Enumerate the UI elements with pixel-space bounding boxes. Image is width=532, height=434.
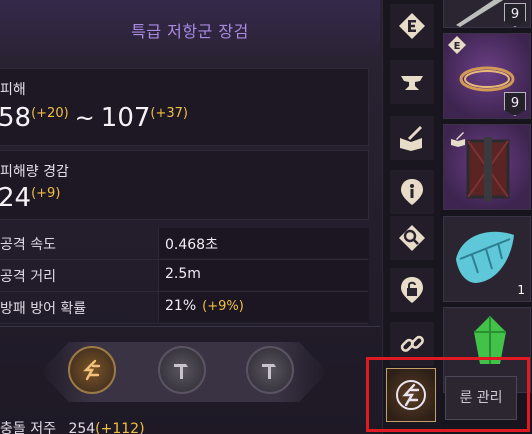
bottom-stat-value: 254 xyxy=(68,421,96,434)
info-icon xyxy=(401,179,423,205)
info-button[interactable] xyxy=(390,170,434,214)
inventory-slot-leaf[interactable]: 1 xyxy=(443,216,531,302)
equip-button[interactable] xyxy=(390,4,434,48)
stat-value: 0.468초 xyxy=(165,237,218,253)
svg-text:E: E xyxy=(454,41,461,52)
stat-bonus: (+9%) xyxy=(202,299,244,314)
stat-key: 방패 방어 확률 xyxy=(0,301,87,317)
bottom-stat-label: 충돌 저주 xyxy=(0,421,56,434)
damage-value: 58(+20) ~107(+37) xyxy=(0,103,188,133)
stat-row: 방패 방어 확률 21% (+9%) xyxy=(0,292,369,324)
book-sword-icon xyxy=(400,126,422,151)
lock-icon xyxy=(401,277,423,303)
damage-separator: ~ xyxy=(74,104,95,132)
rune-icon xyxy=(83,359,101,381)
inventory-slot-sword[interactable]: 9 xyxy=(443,0,531,28)
reduction-bonus: (+9) xyxy=(31,186,61,201)
reduction-stat-box: 피해량 경감 24(+9) xyxy=(0,150,369,220)
damage-label: 피해 xyxy=(0,82,26,98)
bottom-stat-bonus: (+112) xyxy=(95,421,145,434)
damage-max: 107 xyxy=(100,103,151,133)
stat-row: 공격 거리 2.5m xyxy=(0,260,369,292)
damage-min-bonus: (+20) xyxy=(31,106,69,121)
item-level-badge: 9 xyxy=(504,92,526,116)
stat-key: 공격 거리 xyxy=(0,269,56,285)
lock-button[interactable] xyxy=(390,268,434,312)
hammer-icon xyxy=(262,364,276,379)
shield-icon xyxy=(466,137,510,201)
equipped-marker-icon: E xyxy=(448,36,466,54)
item-quantity: 1 xyxy=(517,283,525,297)
rune-slot-active[interactable] xyxy=(68,346,116,394)
bottom-stat-line: 충돌 저주 254(+112) xyxy=(0,418,145,434)
item-title: 특급 저항군 장검 xyxy=(131,22,249,41)
link-chain-icon xyxy=(400,335,424,352)
equip-e-icon xyxy=(399,13,425,39)
inspect-button[interactable] xyxy=(390,216,434,260)
reduction-value: 24(+9) xyxy=(0,183,60,213)
craft-button[interactable] xyxy=(390,60,434,104)
divider xyxy=(0,326,380,327)
highlight-box xyxy=(366,357,530,432)
damage-stat-box: 피해 58(+20) ~107(+37) xyxy=(0,68,369,146)
damage-max-bonus: (+37) xyxy=(150,106,188,121)
stat-row: 공격 속도 0.468초 xyxy=(0,228,369,260)
inventory-slot-bracelet[interactable]: E 9 xyxy=(443,33,531,119)
rune-slot-empty[interactable] xyxy=(246,346,294,394)
leaf-icon xyxy=(456,231,514,283)
rune-slot-empty[interactable] xyxy=(158,346,206,394)
bracelet-icon xyxy=(459,66,515,92)
item-tooltip-panel: 특급 저항군 장검 피해 58(+20) ~107(+37) 피해량 경감 24(… xyxy=(0,0,382,434)
stat-key: 공격 속도 xyxy=(0,237,56,253)
enchant-button[interactable] xyxy=(390,116,434,160)
damage-min: 58 xyxy=(0,103,32,133)
stat-value: 2.5m xyxy=(165,266,201,282)
inventory-slot-shield-book[interactable] xyxy=(443,124,531,210)
stats-table: 공격 속도 0.468초 공격 거리 2.5m 방패 방어 확률 21% (+9%… xyxy=(0,228,369,324)
reduction-number: 24 xyxy=(0,183,32,213)
hammer-icon xyxy=(174,364,188,379)
inspect-magnifier-icon xyxy=(399,225,425,251)
reduction-label: 피해량 경감 xyxy=(0,164,69,180)
anvil-icon xyxy=(401,76,423,90)
stat-value: 21% xyxy=(165,298,197,314)
